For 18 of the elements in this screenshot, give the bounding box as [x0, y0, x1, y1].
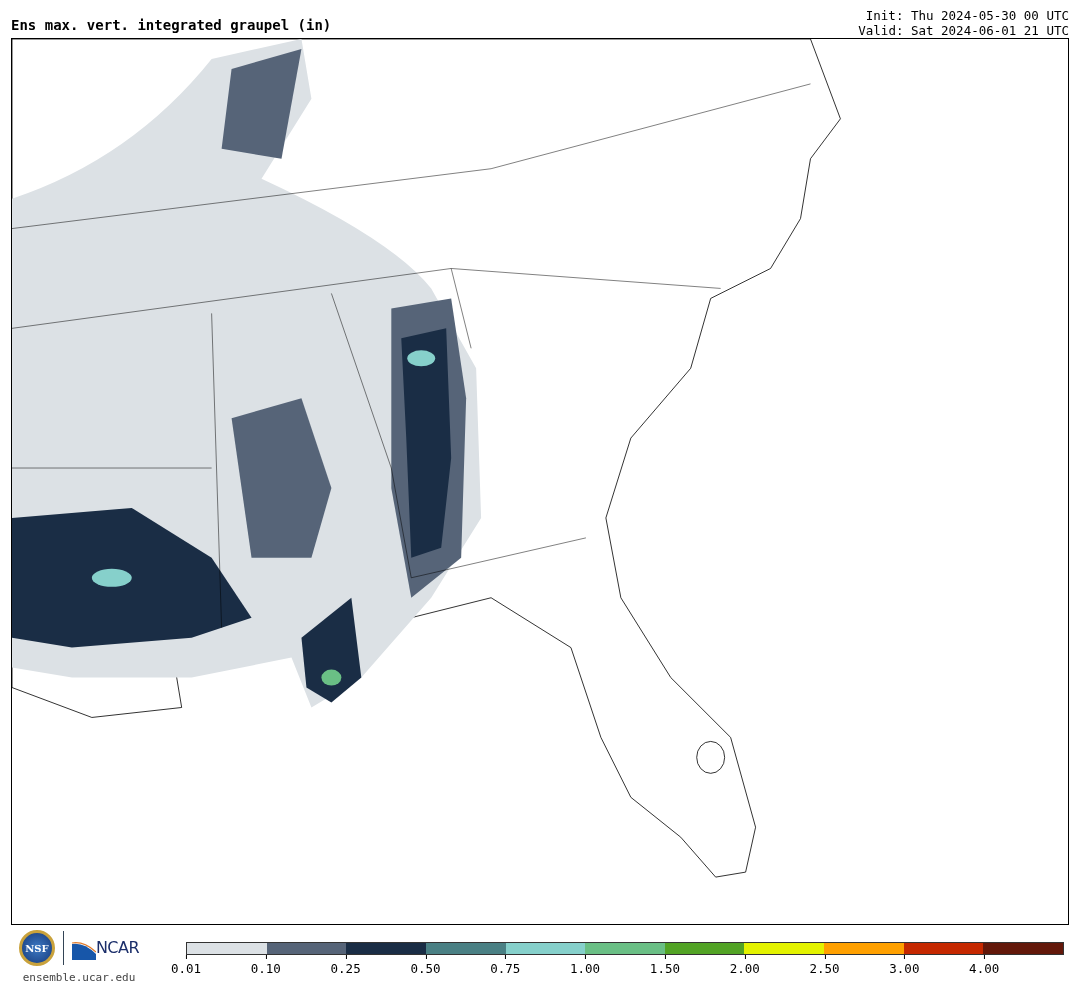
tick-label: 4.00	[969, 955, 1000, 979]
tick-label: 2.50	[809, 955, 840, 979]
init-time: Init: Thu 2024-05-30 00 UTC	[864, 8, 1069, 23]
chart-title: Ens max. vert. integrated graupel (in)	[11, 18, 332, 35]
tick-label: 0.50	[410, 955, 441, 979]
tick-label: 0.75	[490, 955, 521, 979]
site-url: ensemble.ucar.edu	[22, 970, 136, 986]
tick-label: 1.50	[649, 955, 680, 979]
tick-label: 2.00	[729, 955, 760, 979]
ncar-logo: NCAR	[95, 937, 140, 959]
nsf-logo: NSF	[18, 930, 55, 966]
tick-label: 0.25	[330, 955, 361, 979]
tick-label: 3.00	[889, 955, 920, 979]
valid-time: Valid: Sat 2024-06-01 21 UTC	[858, 23, 1069, 38]
tick-label: 0.10	[250, 955, 281, 979]
swoosh-icon	[71, 942, 96, 960]
tick-label: 0.01	[170, 955, 202, 979]
tick-label: 1.00	[570, 955, 601, 979]
